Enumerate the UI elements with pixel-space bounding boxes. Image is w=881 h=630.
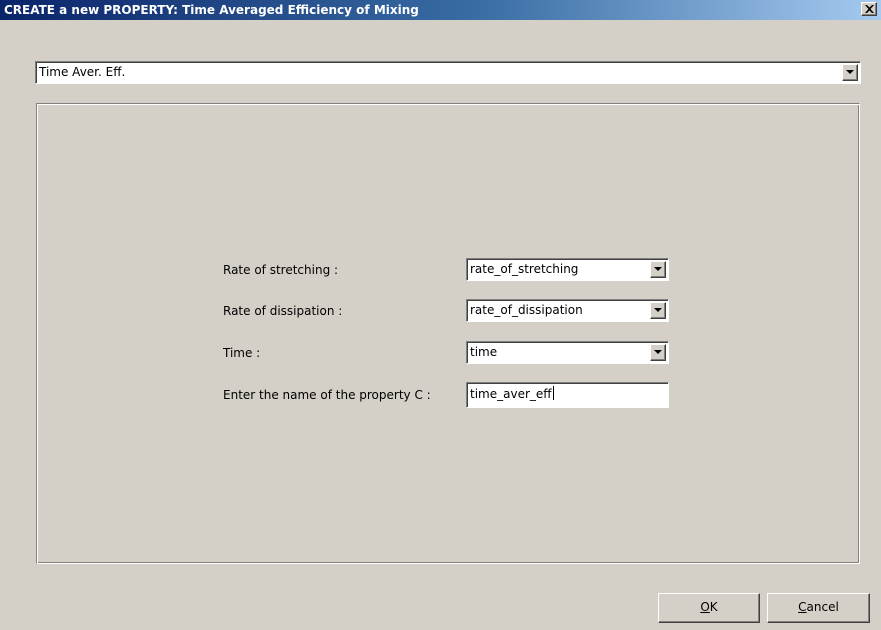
ok-label-rest: K bbox=[709, 600, 718, 614]
rate-of-dissipation-dropdown-button[interactable] bbox=[650, 302, 666, 319]
title-bar[interactable]: CREATE a new PROPERTY: Time Averaged Eff… bbox=[0, 0, 881, 20]
chevron-down-icon bbox=[654, 350, 662, 354]
rate-of-dissipation-select[interactable]: rate_of_dissipation bbox=[466, 299, 669, 322]
dialog-window: CREATE a new PROPERTY: Time Averaged Eff… bbox=[0, 0, 881, 630]
time-dropdown-button[interactable] bbox=[650, 344, 666, 361]
close-button[interactable] bbox=[861, 2, 877, 16]
ok-button[interactable]: OK bbox=[658, 593, 760, 623]
property-parameters-panel bbox=[36, 103, 860, 564]
chevron-down-icon bbox=[846, 70, 854, 74]
window-title: CREATE a new PROPERTY: Time Averaged Eff… bbox=[4, 3, 419, 17]
property-name-label: Enter the name of the property C : bbox=[223, 388, 431, 402]
cancel-accelerator: C bbox=[798, 600, 807, 614]
rate-of-stretching-label: Rate of stretching : bbox=[223, 263, 339, 277]
property-name-text: time_aver_eff bbox=[470, 383, 554, 405]
rate-of-stretching-value: rate_of_stretching bbox=[470, 262, 579, 276]
time-label: Time : bbox=[223, 346, 261, 360]
rate-of-dissipation-label: Rate of dissipation : bbox=[223, 304, 343, 318]
cancel-label-rest: ancel bbox=[806, 600, 839, 614]
rate-of-stretching-dropdown-button[interactable] bbox=[650, 261, 666, 278]
property-type-value: Time Aver. Eff. bbox=[39, 65, 126, 79]
ok-accelerator: O bbox=[700, 600, 710, 614]
chevron-down-icon bbox=[654, 308, 662, 312]
property-type-dropdown-button[interactable] bbox=[842, 64, 858, 81]
close-icon bbox=[865, 5, 874, 13]
property-name-input[interactable]: time_aver_eff bbox=[466, 382, 669, 408]
property-name-value: time_aver_eff bbox=[470, 387, 552, 401]
rate-of-dissipation-value: rate_of_dissipation bbox=[470, 303, 583, 317]
chevron-down-icon bbox=[654, 267, 662, 271]
text-caret bbox=[552, 386, 554, 400]
time-select[interactable]: time bbox=[466, 341, 669, 364]
time-value: time bbox=[470, 345, 498, 359]
property-type-select[interactable]: Time Aver. Eff. bbox=[35, 61, 861, 84]
rate-of-stretching-select[interactable]: rate_of_stretching bbox=[466, 258, 669, 281]
cancel-button[interactable]: Cancel bbox=[767, 593, 870, 623]
